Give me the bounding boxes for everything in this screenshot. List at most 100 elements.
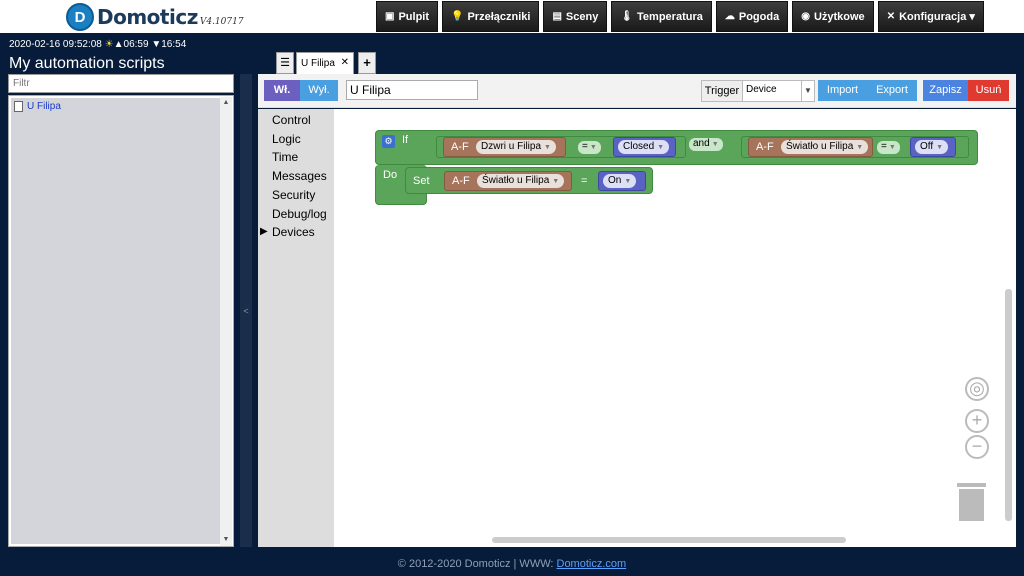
operator-dropdown[interactable]: = ▼ (578, 141, 601, 154)
list-scrollbar[interactable]: ▲ ▼ (220, 97, 232, 546)
version-label: V4.10717 (199, 17, 244, 27)
close-icon[interactable]: ✕ (341, 57, 349, 68)
if-keyword: If (402, 134, 409, 146)
nav-pogoda[interactable]: ☁ Pogoda (715, 1, 789, 32)
nav-konfiguracja[interactable]: ✕ Konfiguracja ▾ (877, 1, 984, 32)
dropdown-arrow-icon: ▼ (711, 141, 719, 148)
weather-icon: ☁ (724, 11, 735, 22)
nav-temperatura[interactable]: 🌡 Temperatura (611, 1, 712, 32)
filter-input[interactable] (8, 74, 234, 93)
dropdown-arrow-icon: ▼ (856, 144, 864, 151)
af-label: A-F (452, 175, 470, 187)
collapse-panel-button[interactable]: < (240, 74, 252, 547)
trash-icon[interactable] (957, 483, 986, 521)
dropdown-value: Światło u Filipa (482, 175, 550, 186)
sunset-time: 16:54 (161, 39, 187, 50)
category-toolbox: Control Logic Time Messages Security Deb… (258, 109, 334, 547)
page-title: My automation scripts (9, 55, 165, 72)
thermometer-icon: 🌡 (620, 11, 634, 22)
status-line: 2020-02-16 09:52:08 ☀▲06:59 ▼16:54 (9, 39, 186, 50)
list-item[interactable]: U Filipa (14, 101, 61, 112)
set-keyword: Set (413, 175, 430, 187)
dropdown-arrow-icon: ▼ (624, 178, 632, 185)
and-dropdown[interactable]: and ▼ (689, 138, 723, 151)
device-block[interactable]: A-F Światło u Filipa ▼ (444, 171, 572, 191)
dropdown-arrow-icon: ▼ (544, 144, 551, 151)
tab-u-filipa[interactable]: U Filipa ✕ (296, 52, 354, 74)
nav-label: Pogoda (738, 10, 780, 23)
value-dropdown[interactable]: Closed ▼ (618, 140, 670, 154)
device-block[interactable]: A-F Światło u Filipa ▼ (748, 137, 873, 157)
dropdown-value: Światło u Filipa (786, 141, 854, 152)
set-block[interactable]: Set A-F Światło u Filipa ▼ = On ▼ (405, 167, 653, 194)
nav-przelaczniki[interactable]: 💡 Przełączniki (442, 1, 540, 32)
script-name-input[interactable] (346, 80, 478, 100)
gear-icon[interactable]: ⚙ (382, 135, 395, 148)
utility-icon: ◉ (801, 11, 810, 22)
trash-can (959, 489, 984, 521)
chevron-down-icon[interactable]: ▼ (801, 81, 814, 101)
if-block[interactable]: ⚙ If A-F Dzwri u Filipa ▼ = ▼ Closed ▼ and ▼… (375, 130, 978, 165)
tab-label: U Filipa (301, 58, 335, 69)
tab-bar: ☰ U Filipa ✕ + (258, 50, 1016, 74)
value-block[interactable]: Closed ▼ (613, 137, 676, 157)
tools-icon: ✕ (886, 11, 896, 22)
category-logic[interactable]: Logic (272, 132, 301, 146)
sunset-arrow-icon: ▼ (151, 39, 162, 50)
disable-button[interactable]: Wył. (300, 80, 338, 101)
dropdown-value: Off (920, 141, 934, 152)
dropdown-value: = (881, 141, 887, 152)
category-debug-log[interactable]: Debug/log (272, 207, 327, 221)
save-button[interactable]: Zapisz (923, 80, 968, 101)
dropdown-value: and (693, 138, 710, 149)
compare-block[interactable]: A-F Dzwri u Filipa ▼ = ▼ Closed ▼ (436, 136, 686, 158)
dropdown-value: = (582, 141, 588, 152)
trigger-value: Device (746, 84, 777, 95)
value-block[interactable]: On ▼ (598, 171, 646, 191)
zoom-in-icon[interactable]: + (965, 409, 989, 433)
scroll-up-icon[interactable]: ▲ (220, 97, 232, 109)
script-list: U Filipa ▲ ▼ (8, 95, 234, 547)
recenter-icon[interactable]: ◎ (965, 377, 989, 401)
nav-sceny[interactable]: ▤ Sceny (543, 1, 608, 32)
footer-text: © 2012-2020 Domoticz | WWW: (397, 558, 557, 570)
dropdown-value: Dzwri u Filipa (481, 141, 542, 152)
category-security[interactable]: Security (272, 188, 315, 202)
script-list-area: U Filipa (11, 98, 221, 544)
footer-link[interactable]: Domoticz.com (557, 558, 627, 570)
scroll-down-icon[interactable]: ▼ (220, 534, 232, 546)
device-dropdown[interactable]: Dzwri u Filipa ▼ (476, 140, 556, 154)
enable-button[interactable]: Wł. (264, 80, 300, 101)
logo-icon: D (66, 3, 94, 31)
category-control[interactable]: Control (272, 113, 311, 127)
device-dropdown[interactable]: Światło u Filipa ▼ (477, 174, 565, 188)
domoticz-logo[interactable]: D Domoticz V4.10717 (66, 3, 244, 31)
nav-label: Pulpit (398, 10, 430, 23)
nav-pulpit[interactable]: ▣ Pulpit (376, 1, 439, 32)
delete-button[interactable]: Usuń (968, 80, 1009, 101)
category-messages[interactable]: Messages (272, 169, 327, 183)
trigger-select[interactable]: Trigger Device ▼ (701, 80, 815, 102)
vertical-scrollbar[interactable] (1005, 289, 1012, 521)
blockly-workspace[interactable]: Control Logic Time Messages Security Deb… (258, 109, 1016, 547)
add-tab-button[interactable]: + (358, 52, 376, 74)
trash-lid (957, 483, 986, 487)
horizontal-scrollbar[interactable] (492, 537, 846, 543)
value-dropdown[interactable]: On ▼ (603, 174, 637, 188)
menu-icon[interactable]: ☰ (276, 52, 294, 74)
value-block[interactable]: Off ▼ (910, 137, 956, 157)
category-devices[interactable]: Devices (272, 225, 315, 239)
zoom-out-icon[interactable]: − (965, 435, 989, 459)
category-time[interactable]: Time (272, 150, 298, 164)
sunrise-arrow-icon: ▲ (113, 39, 124, 50)
compare-block[interactable]: A-F Światło u Filipa ▼ = ▼ Off ▼ (741, 136, 969, 158)
export-button[interactable]: Export (867, 80, 917, 101)
device-block[interactable]: A-F Dzwri u Filipa ▼ (443, 137, 566, 157)
dropdown-value: On (608, 175, 622, 186)
device-dropdown[interactable]: Światło u Filipa ▼ (781, 140, 869, 154)
value-dropdown[interactable]: Off ▼ (915, 140, 949, 154)
operator-dropdown[interactable]: = ▼ (877, 141, 900, 154)
dropdown-arrow-icon: ▼ (936, 144, 944, 151)
import-button[interactable]: Import (818, 80, 867, 101)
nav-uzytkowe[interactable]: ◉ Użytkowe (792, 1, 874, 32)
